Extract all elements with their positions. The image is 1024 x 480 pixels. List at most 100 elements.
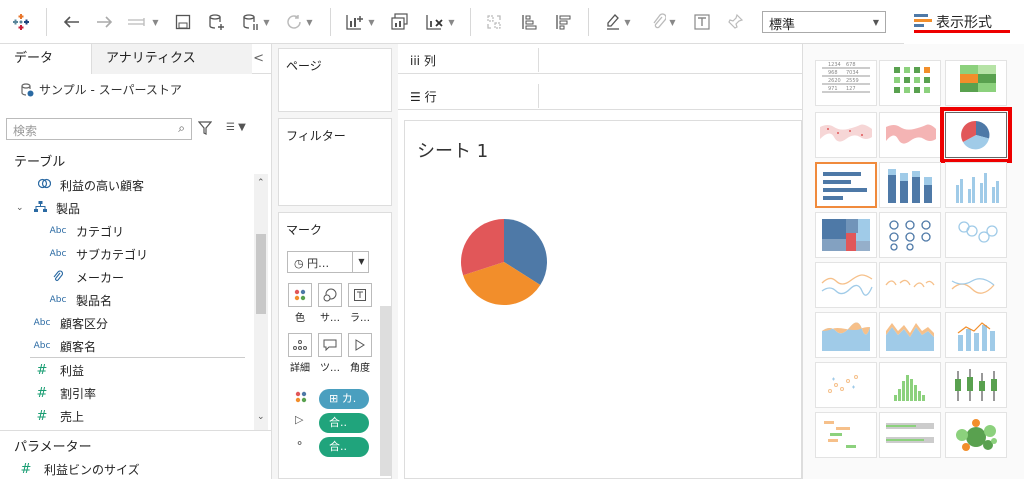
undo-icon[interactable] <box>60 10 82 34</box>
field-item[interactable]: # 売上 <box>32 405 84 427</box>
data-pane-tabs: データ アナリティクス < <box>0 44 272 74</box>
showme-dual-combination[interactable] <box>945 312 1007 358</box>
new-datasource-icon[interactable] <box>206 10 228 34</box>
pie-chart[interactable] <box>459 217 549 307</box>
group-icon[interactable]: ▼ <box>644 10 684 34</box>
showme-histogram[interactable] <box>879 362 941 408</box>
showme-circle-views[interactable] <box>879 212 941 258</box>
field-label: 顧客名 <box>60 339 97 354</box>
scrollbar-thumb[interactable] <box>256 234 266 314</box>
showme-side-by-side-bars[interactable] <box>945 162 1007 208</box>
replay-icon[interactable]: ▼ <box>126 10 160 34</box>
chevron-down-icon[interactable]: ▼ <box>352 251 370 273</box>
swap-icon[interactable] <box>482 10 506 34</box>
filter-icon[interactable] <box>198 121 212 135</box>
refresh-icon[interactable]: ▼ <box>282 10 316 34</box>
filters-shelf[interactable]: フィルター <box>278 118 392 206</box>
showme-discrete-line[interactable] <box>879 262 941 308</box>
tooltip-button[interactable]: ツ… <box>317 333 343 379</box>
field-item[interactable]: 利益の高い顧客 <box>34 174 144 196</box>
clock-icon: ◷ <box>294 257 308 270</box>
color-button[interactable]: 色 <box>287 283 313 329</box>
size-button[interactable]: サ… <box>317 283 343 329</box>
paperclip-icon <box>48 269 68 285</box>
field-item[interactable]: Abc カテゴリ <box>48 220 124 242</box>
pages-shelf[interactable]: ページ <box>278 48 392 112</box>
showme-horizontal-bars[interactable] <box>815 162 877 208</box>
columns-icon: iii <box>410 54 424 68</box>
showme-area-continuous[interactable] <box>815 312 877 358</box>
chevron-down-icon[interactable]: ⌄ <box>16 203 30 213</box>
datasource[interactable]: サンプル - スーパーストア <box>20 81 182 98</box>
showme-heatmap[interactable] <box>879 60 941 106</box>
showme-pie-chart[interactable] <box>940 107 1012 163</box>
param-item[interactable]: # 利益ビンのサイズ <box>16 458 140 480</box>
tableau-logo-icon[interactable] <box>10 10 32 34</box>
field-item[interactable]: メーカー <box>48 266 124 288</box>
showme-button[interactable]: 表示形式 <box>904 0 1024 44</box>
showme-gantt[interactable] <box>815 412 877 458</box>
columns-shelf[interactable]: iii 列 <box>398 44 802 74</box>
showme-stacked-bars[interactable] <box>879 162 941 208</box>
redo-icon[interactable] <box>94 10 116 34</box>
clear-icon[interactable]: ▼ <box>420 10 460 34</box>
save-icon[interactable] <box>172 10 194 34</box>
showme-area-discrete[interactable] <box>879 312 941 358</box>
chevron-up-icon[interactable]: ⌃ <box>257 178 265 188</box>
fit-dropdown[interactable]: 標準 ▼ <box>762 11 886 33</box>
tab-analytics[interactable]: アナリティクス <box>92 44 252 74</box>
field-item[interactable]: Abc 製品名 <box>48 289 112 311</box>
highlight-icon[interactable]: ▼ <box>600 10 636 34</box>
chevron-down-icon: ▼ <box>872 18 879 27</box>
rows-drop-zone[interactable] <box>538 84 800 108</box>
detail-button[interactable]: 詳細 <box>287 333 313 379</box>
field-item[interactable]: ⌄ 製品 <box>16 197 80 219</box>
field-item[interactable]: Abc 顧客名 <box>32 335 96 357</box>
new-worksheet-icon[interactable]: ▼ <box>342 10 378 34</box>
showme-side-by-side-circles[interactable] <box>945 212 1007 258</box>
duplicate-icon[interactable] <box>388 10 412 34</box>
showme-symbol-map[interactable] <box>815 112 877 158</box>
chevron-down-icon[interactable]: ⌄ <box>257 412 265 422</box>
field-item[interactable]: Abc 顧客区分 <box>32 312 108 334</box>
columns-drop-zone[interactable] <box>538 48 800 72</box>
showme-filled-map[interactable] <box>879 112 941 158</box>
filters-label: フィルター <box>286 129 346 143</box>
showme-highlight-table[interactable] <box>945 60 1007 106</box>
pause-icon[interactable]: ▼ <box>242 10 270 34</box>
sum-pill[interactable]: 合.. <box>319 437 369 457</box>
field-item[interactable]: # 割引率 <box>32 382 96 404</box>
field-label: 売上 <box>60 409 85 424</box>
field-item[interactable]: # 利益 <box>32 359 84 381</box>
tab-data[interactable]: データ <box>0 44 92 74</box>
rows-shelf[interactable]: ☰ 行 <box>398 80 802 110</box>
showme-continuous-line[interactable] <box>815 262 877 308</box>
hierarchy-icon <box>30 200 50 216</box>
search-icon[interactable]: ⌕ <box>178 121 185 136</box>
rows-label: 行 <box>424 90 437 104</box>
showme-box-whisker[interactable] <box>945 362 1007 408</box>
sort-desc-icon[interactable] <box>552 10 576 34</box>
field-item[interactable]: Abc サブカテゴリ <box>48 243 148 265</box>
showme-treemap[interactable] <box>815 212 877 258</box>
category-pill[interactable]: ⊞ カ. <box>319 389 369 409</box>
pin-icon[interactable] <box>724 10 748 34</box>
view-toggle-icon[interactable]: ☰ ▼ <box>226 122 246 133</box>
showme-packed-bubbles[interactable] <box>945 412 1007 458</box>
showme-dual-line[interactable] <box>945 262 1007 308</box>
showme-text-table[interactable]: 1234 678 968 7034 2620 2559 971 127 <box>815 60 877 106</box>
label-button[interactable]: ラ… <box>347 283 373 329</box>
search-input[interactable]: 検索 ⌕ <box>6 118 192 140</box>
showme-bullet-graph[interactable] <box>879 412 941 458</box>
sum-pill[interactable]: 合.. <box>319 413 369 433</box>
scrollbar[interactable] <box>380 306 392 476</box>
collapse-icon[interactable]: < <box>253 51 264 66</box>
pill-label: カ. <box>341 392 357 405</box>
sort-asc-icon[interactable] <box>518 10 542 34</box>
sheet-title[interactable]: シート 1 <box>417 137 488 163</box>
angle-button[interactable]: 角度 <box>347 333 373 379</box>
angle-label: 角度 <box>350 363 370 374</box>
showme-scatter-plot[interactable] <box>815 362 877 408</box>
tables-header: テーブル <box>14 155 66 170</box>
label-icon[interactable] <box>690 10 714 34</box>
